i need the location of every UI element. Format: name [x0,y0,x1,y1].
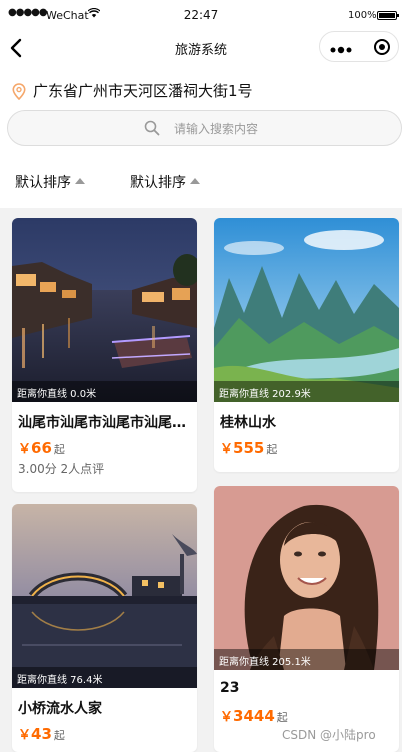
location-address: 广东省广州市天河区潘祠大街1号 [33,82,253,100]
status-time: 22:47 [183,8,219,22]
sort-up-arrow-icon [75,178,85,184]
attraction-name: 23 [220,680,240,696]
price-suffix: 起 [276,711,288,724]
price-value: 66 [31,439,52,457]
search-input[interactable] [174,119,374,139]
distance-label: 距离你直线 205.1米 [214,649,399,670]
price-suffix: 起 [53,729,65,742]
currency-symbol: ￥ [18,442,32,457]
price-row: ￥3444 起 [214,702,399,726]
price-value: 555 [233,439,265,457]
attraction-card[interactable]: 距离你直线 76.4米 小桥流水人家 ￥43 起 [12,504,197,752]
distance-label: 距离你直线 202.9米 [214,381,399,402]
sort-up-arrow-icon [190,178,200,184]
attraction-card[interactable]: 距离你直线 202.9米 桂林山水 ￥555 起 [214,218,399,472]
more-options-icon[interactable] [330,41,352,54]
sort-option-1[interactable]: 默认排序 [15,172,85,192]
navigation-bar: 旅游系统 [0,30,402,66]
price-row: ￥555 起 [214,434,399,458]
attraction-card[interactable]: 距离你直线 0.0米 汕尾市汕尾市汕尾市汕尾市汕尾市 ￥66起 3.00分 2人… [12,218,197,492]
rating-text: 3.00分 2人点评 [18,462,105,476]
attraction-card[interactable]: 距离你直线 205.1米 23 ￥3444 起 [214,486,399,752]
price-value: 3444 [233,707,275,725]
distance-label: 距离你直线 0.0米 [12,381,197,402]
sort-label: 默认排序 [130,175,186,191]
battery-icon [377,11,399,20]
mini-program-capsule [319,31,399,62]
price-row: ￥66 起 [12,434,197,458]
price-value: 43 [31,725,52,743]
currency-symbol: ￥ [220,442,234,457]
price-row: ￥43 起 [12,720,197,744]
price-suffix: 起 [53,443,65,456]
search-bar[interactable] [7,110,402,146]
sort-option-2[interactable]: 默认排序 [130,172,200,192]
attraction-photo-canal-town: 距离你直线 0.0米 [12,218,197,402]
currency-symbol: ￥ [220,710,234,725]
attraction-photo-guilin: 距离你直线 202.9米 [214,218,399,402]
search-icon [144,120,160,136]
sort-label: 默认排序 [15,175,71,191]
attraction-name: 桂林山水 [220,415,276,431]
attraction-photo-portrait: 距离你直线 205.1米 [214,486,399,670]
attraction-name: 汕尾市汕尾市汕尾市汕尾市汕尾市 [18,415,197,431]
watermark: CSDN @小陆pro [282,728,376,742]
location-pin-icon [12,83,26,100]
close-mini-program-icon[interactable] [374,39,390,55]
distance-label: 距离你直线 76.4米 [12,667,197,688]
attraction-name: 小桥流水人家 [18,701,102,717]
status-bar: ●●●●● WeChat 22:47 100% [0,0,402,30]
attraction-photo-bridge: 距离你直线 76.4米 [12,504,197,688]
battery-percent: 100% [348,10,377,21]
currency-symbol: ￥ [18,728,32,743]
price-suffix: 起 [266,443,278,456]
